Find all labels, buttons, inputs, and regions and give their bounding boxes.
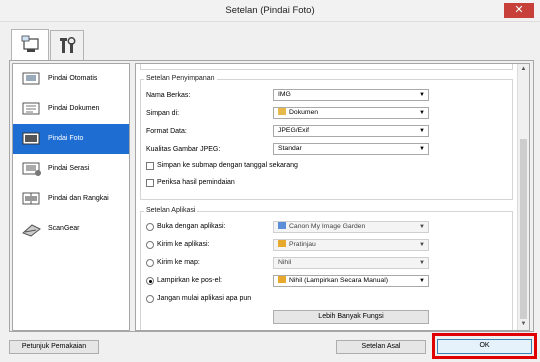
window-title: Setelan (Pindai Foto): [225, 5, 315, 16]
check-results-checkbox[interactable]: [146, 179, 154, 187]
data-format-value: JPEG/Exif: [278, 127, 309, 134]
chevron-down-icon: ▼: [419, 128, 425, 134]
sidebar-item-label: Pindai dan Rangkai: [48, 195, 109, 202]
open-with-value: Canon My Image Garden: [289, 223, 366, 230]
chevron-down-icon: ▼: [419, 260, 425, 266]
jpeg-quality-label: Kualitas Gambar JPEG:: [146, 146, 221, 153]
send-to-folder-label: Kirim ke map:: [157, 259, 200, 266]
settings-panel: Setelan Penyimpanan Nama Berkas: IMG ▼ Si…: [135, 63, 530, 331]
chevron-down-icon: ▼: [419, 224, 425, 230]
chevron-down-icon: ▼: [419, 146, 425, 152]
no-app-label: Jangan mulai aplikasi apa pun: [157, 295, 252, 302]
send-to-folder-dropdown[interactable]: Nihil ▼: [273, 257, 429, 269]
title-bar: Setelan (Pindai Foto) ✕: [0, 0, 540, 22]
attach-email-value: Nihil (Lampirkan Secara Manual): [289, 277, 388, 284]
auto-scan-icon: [22, 72, 40, 85]
data-format-label: Format Data:: [146, 128, 187, 135]
main-area: Pindai Otomatis Pindai Dokumen Pindai Fo…: [0, 60, 540, 362]
attach-email-label: Lampirkan ke pos-el:: [157, 277, 222, 284]
close-button[interactable]: ✕: [504, 3, 534, 18]
open-with-label: Buka dengan aplikasi:: [157, 223, 226, 230]
chevron-down-icon: ▼: [419, 242, 425, 248]
open-with-dropdown[interactable]: Canon My Image Garden ▼: [273, 221, 429, 233]
send-to-app-dropdown[interactable]: Pratinjau ▼: [273, 239, 429, 251]
vertical-scrollbar[interactable]: ▲ ▼: [517, 64, 529, 330]
mail-icon: [278, 276, 286, 283]
sidebar-item-auto-scan[interactable]: Pindai Otomatis: [13, 64, 129, 94]
scan-stitch-icon: [22, 192, 40, 205]
defaults-button[interactable]: Setelan Asal: [336, 340, 426, 354]
subfolder-label: Simpan ke submap dengan tanggal sekarang: [157, 162, 298, 169]
file-name-label: Nama Berkas:: [146, 92, 191, 99]
open-with-radio[interactable]: [146, 223, 154, 231]
send-to-folder-value: Nihil: [278, 259, 292, 266]
photo-scan-icon: [22, 132, 40, 145]
tools-icon: [60, 37, 76, 53]
sidebar-item-label: Pindai Dokumen: [48, 105, 100, 112]
save-in-value: Dokumen: [289, 109, 319, 116]
instructions-button[interactable]: Petunjuk Pemakaian: [9, 340, 99, 354]
file-name-value: IMG: [278, 91, 291, 98]
custom-scan-icon: [22, 162, 41, 176]
scangear-icon: [22, 224, 41, 237]
jpeg-quality-value: Standar: [278, 145, 302, 152]
sidebar-item-photo-scan[interactable]: Pindai Foto: [13, 124, 129, 154]
scan-settings-tab[interactable]: [11, 29, 49, 60]
sidebar-item-label: Pindai Otomatis: [48, 75, 98, 82]
scroll-up-icon[interactable]: ▲: [518, 64, 529, 75]
sidebar-item-label: Pindai Serasi: [48, 165, 90, 172]
more-functions-button[interactable]: Lebih Banyak Fungsi: [273, 310, 429, 324]
app-settings-label: Setelan Aplikasi: [144, 207, 198, 214]
scroll-down-icon[interactable]: ▼: [518, 319, 529, 330]
tab-strip: [0, 22, 540, 60]
sidebar-item-document-scan[interactable]: Pindai Dokumen: [13, 94, 129, 124]
sidebar-item-label: ScanGear: [48, 225, 80, 232]
attach-email-dropdown[interactable]: Nihil (Lampirkan Secara Manual) ▼: [273, 275, 429, 287]
send-to-app-radio[interactable]: [146, 241, 154, 249]
chevron-down-icon: ▼: [419, 278, 425, 284]
data-format-dropdown[interactable]: JPEG/Exif ▼: [273, 125, 429, 137]
send-to-app-value: Pratinjau: [289, 241, 316, 248]
chevron-down-icon: ▼: [419, 110, 425, 116]
scan-computer-icon: [21, 35, 39, 52]
save-in-label: Simpan di:: [146, 110, 180, 117]
chevron-down-icon: ▼: [419, 92, 425, 98]
sidebar-item-custom-scan[interactable]: Pindai Serasi: [13, 154, 129, 184]
scan-options-group-end: [140, 64, 513, 70]
document-scan-icon: [22, 102, 40, 115]
subfolder-checkbox[interactable]: [146, 162, 154, 170]
sidebar: Pindai Otomatis Pindai Dokumen Pindai Fo…: [12, 63, 130, 331]
send-to-app-label: Kirim ke aplikasi:: [157, 241, 210, 248]
sidebar-item-scan-and-stitch[interactable]: Pindai dan Rangkai: [13, 184, 129, 214]
no-app-radio[interactable]: [146, 295, 154, 303]
scrollbar-thumb[interactable]: [520, 139, 527, 319]
app-icon: [278, 240, 286, 247]
attach-email-radio[interactable]: [146, 277, 154, 285]
check-results-label: Periksa hasil pemindaian: [157, 179, 235, 186]
save-in-dropdown[interactable]: Dokumen ▼: [273, 107, 429, 119]
file-name-dropdown[interactable]: IMG ▼: [273, 89, 429, 101]
send-to-folder-radio[interactable]: [146, 259, 154, 267]
general-settings-tab[interactable]: [50, 30, 84, 60]
save-settings-label: Setelan Penyimpanan: [144, 75, 217, 82]
jpeg-quality-dropdown[interactable]: Standar ▼: [273, 143, 429, 155]
ok-button-highlight: [432, 333, 537, 359]
app-icon: [278, 222, 286, 229]
sidebar-item-label: Pindai Foto: [48, 135, 84, 142]
folder-icon: [278, 108, 286, 115]
sidebar-item-scangear[interactable]: ScanGear: [13, 214, 129, 244]
